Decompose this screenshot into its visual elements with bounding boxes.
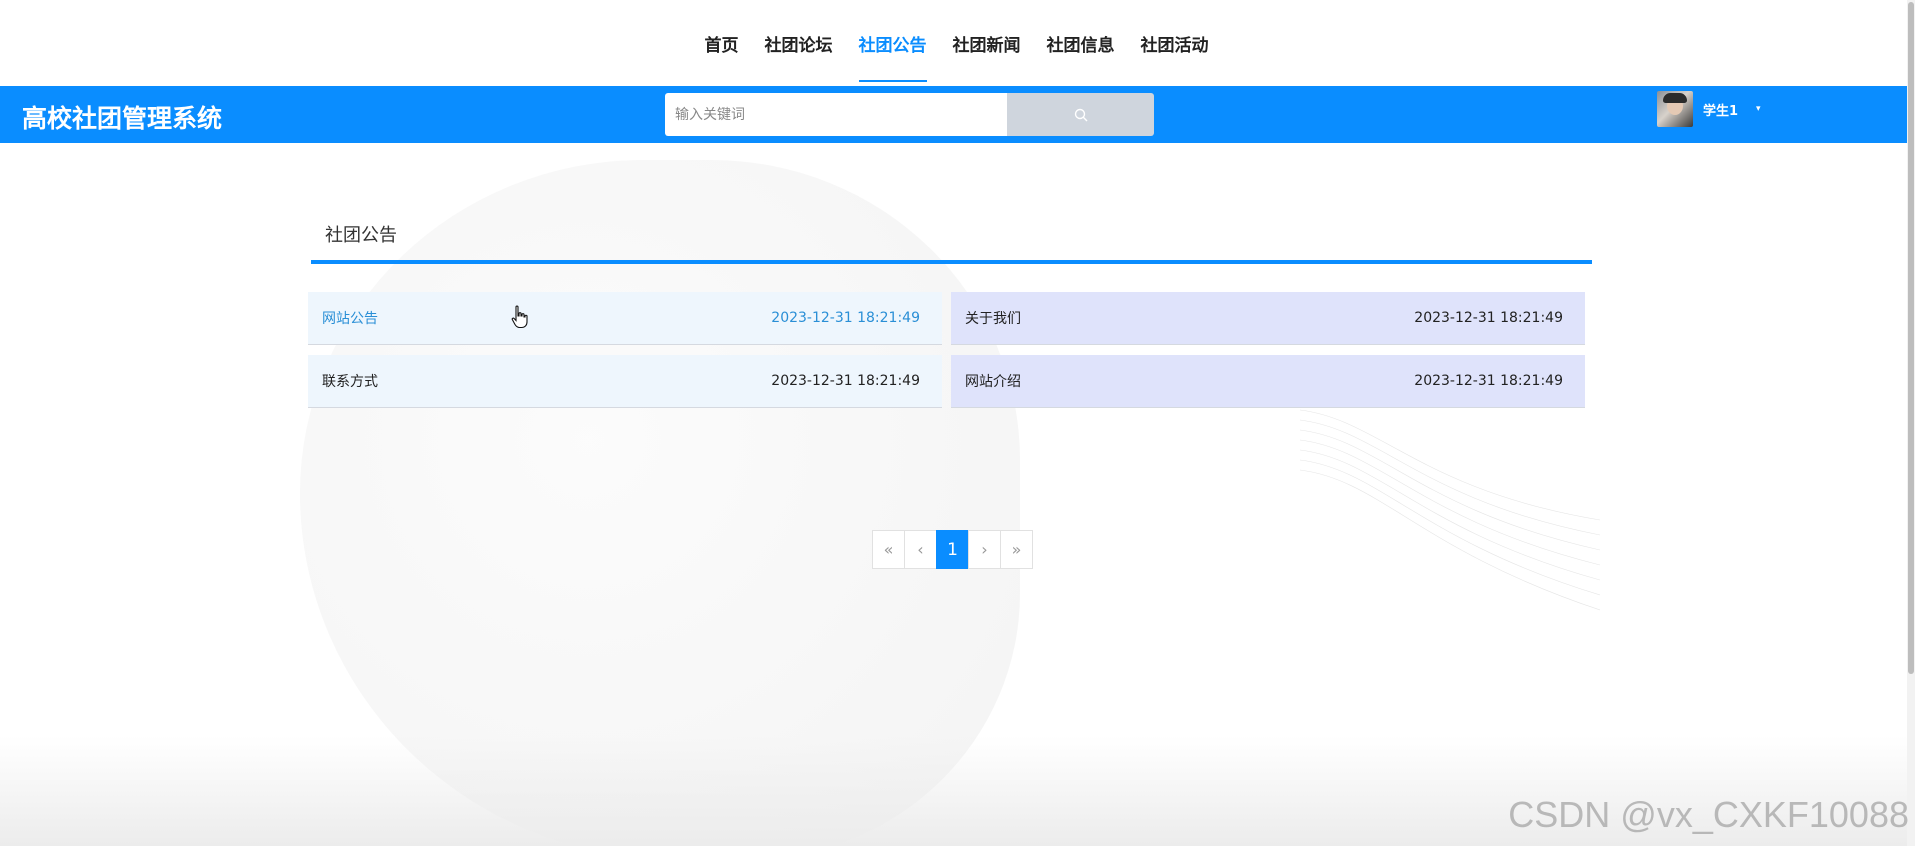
nav-item-club-info[interactable]: 社团信息: [1034, 0, 1128, 86]
site-brand: 高校社团管理系统: [22, 104, 223, 133]
notice-item[interactable]: 网站介绍 2023-12-31 18:21:49: [951, 355, 1585, 408]
pagination-page-current[interactable]: 1: [936, 530, 969, 569]
search-icon: [1074, 108, 1087, 121]
hand-cursor-icon: [511, 305, 529, 335]
nav-item-club-activities[interactable]: 社团活动: [1128, 0, 1222, 86]
nav-item-home[interactable]: 首页: [692, 0, 752, 86]
notice-title[interactable]: 联系方式: [322, 371, 378, 391]
notice-title[interactable]: 网站公告: [322, 308, 378, 328]
pagination: « ‹ 1 › »: [872, 530, 1033, 569]
notice-title[interactable]: 网站介绍: [965, 371, 1021, 391]
vertical-scrollbar[interactable]: [1907, 0, 1915, 846]
top-navigation: 首页 社团论坛 社团公告 社团新闻 社团信息 社团活动: [0, 0, 1915, 86]
avatar[interactable]: [1657, 91, 1693, 127]
nav-item-club-notices[interactable]: 社团公告: [846, 0, 940, 86]
nav-item-club-news[interactable]: 社团新闻: [940, 0, 1034, 86]
search-button[interactable]: [1007, 93, 1154, 136]
pagination-last[interactable]: »: [1000, 530, 1033, 569]
background-wave-lines: [1300, 409, 1600, 611]
notice-item[interactable]: 网站公告 2023-12-31 18:21:49: [308, 292, 942, 345]
user-menu[interactable]: 学生1 ▾: [1657, 91, 1761, 127]
notice-date: 2023-12-31 18:21:49: [1414, 310, 1563, 326]
header-bar: 高校社团管理系统 学生1 ▾: [0, 86, 1911, 143]
pagination-prev[interactable]: ‹: [904, 530, 937, 569]
notice-date: 2023-12-31 18:21:49: [1414, 373, 1563, 389]
section-title: 社团公告: [325, 225, 397, 246]
notice-item[interactable]: 联系方式 2023-12-31 18:21:49: [308, 355, 942, 408]
section-divider: [311, 260, 1592, 264]
notice-date: 2023-12-31 18:21:49: [771, 310, 920, 326]
notice-title[interactable]: 关于我们: [965, 308, 1021, 328]
user-name[interactable]: 学生1: [1703, 100, 1738, 119]
notice-item[interactable]: 关于我们 2023-12-31 18:21:49: [951, 292, 1585, 345]
watermark: CSDN @vx_CXKF10088: [1508, 794, 1909, 835]
scrollbar-thumb[interactable]: [1908, 2, 1914, 674]
chevron-down-icon[interactable]: ▾: [1756, 104, 1761, 114]
notice-date: 2023-12-31 18:21:49: [771, 373, 920, 389]
page: 首页 社团论坛 社团公告 社团新闻 社团信息 社团活动 高校社团管理系统 学生1…: [0, 0, 1915, 846]
search-input[interactable]: [665, 93, 1007, 136]
pagination-next[interactable]: ›: [968, 530, 1001, 569]
pagination-first[interactable]: «: [872, 530, 905, 569]
nav-item-club-forum[interactable]: 社团论坛: [752, 0, 846, 86]
search-bar: [665, 93, 1154, 136]
